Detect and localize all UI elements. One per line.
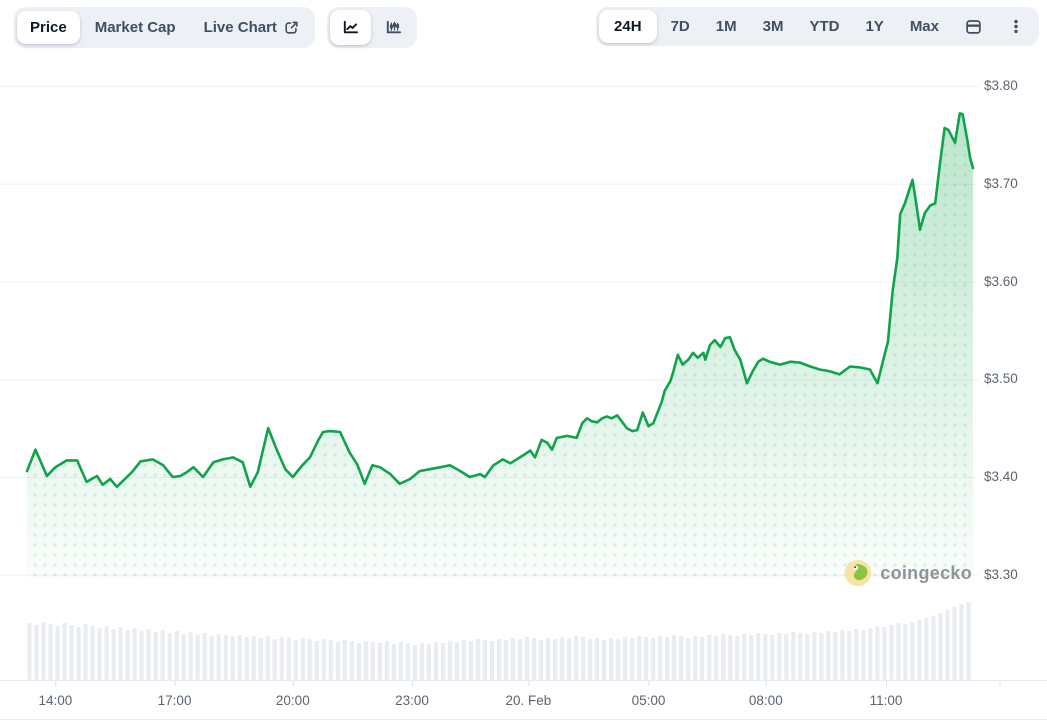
line-chart-icon xyxy=(341,18,360,37)
x-tick-label: 23:00 xyxy=(395,693,429,708)
coingecko-watermark: coingecko xyxy=(843,558,972,588)
y-tick-label: $3.60 xyxy=(984,274,1018,290)
coingecko-logo-icon xyxy=(843,558,873,588)
y-tick-label: $3.80 xyxy=(984,78,1018,94)
toolbar-left: Price Market Cap Live Chart xyxy=(14,7,417,48)
x-tick-label: 20. Feb xyxy=(505,693,551,708)
button-label: 24H xyxy=(614,18,642,35)
x-tick-label: 20:00 xyxy=(276,693,310,708)
button-label: Max xyxy=(910,18,939,35)
external-link-icon xyxy=(284,20,299,35)
view-tab-group: Price Market Cap Live Chart xyxy=(14,7,315,48)
toolbar-action-kebab-menu-icon[interactable] xyxy=(996,10,1036,43)
x-tick-label: 14:00 xyxy=(38,693,72,708)
calendar-icon xyxy=(965,18,982,35)
tab-price[interactable]: Price xyxy=(17,11,80,44)
button-label: Price xyxy=(30,19,67,36)
y-tick-label: $3.30 xyxy=(984,567,1018,583)
x-tick-label: 11:00 xyxy=(870,693,903,708)
range-1y[interactable]: 1Y xyxy=(853,10,895,43)
x-tick-label: 08:00 xyxy=(749,693,783,708)
x-tick-label: 05:00 xyxy=(632,693,666,708)
range-24h[interactable]: 24H xyxy=(599,10,657,43)
toolbar-action-calendar-icon[interactable] xyxy=(953,10,994,43)
candlestick-chart-icon xyxy=(384,18,403,37)
button-label: Live Chart xyxy=(204,19,277,36)
chart-type-group xyxy=(327,7,417,48)
button-label: YTD xyxy=(809,18,839,35)
range-1m[interactable]: 1M xyxy=(704,10,749,43)
watermark-text: coingecko xyxy=(880,563,972,584)
chart-toolbar: Price Market Cap Live Chart 24H 7D 1M 3M YTD 1Y… xyxy=(14,7,1039,48)
chart-type-line-chart-icon[interactable] xyxy=(330,10,371,45)
button-label: 1Y xyxy=(865,18,883,35)
kebab-menu-icon xyxy=(1008,18,1024,35)
button-label: 1M xyxy=(716,18,737,35)
price-chart-canvas[interactable] xyxy=(0,0,1047,722)
button-label: 3M xyxy=(763,18,784,35)
range-max[interactable]: Max xyxy=(898,10,951,43)
time-range-group: 24H 7D 1M 3M YTD 1Y Max xyxy=(596,7,1039,46)
button-label: 7D xyxy=(671,18,690,35)
range-ytd[interactable]: YTD xyxy=(797,10,851,43)
button-label: Market Cap xyxy=(95,19,176,36)
tab-live-chart[interactable]: Live Chart xyxy=(191,11,312,44)
y-tick-label: $3.40 xyxy=(984,469,1018,485)
y-tick-label: $3.50 xyxy=(984,371,1018,387)
x-tick-label: 17:00 xyxy=(158,693,192,708)
range-7d[interactable]: 7D xyxy=(659,10,702,43)
y-tick-label: $3.70 xyxy=(984,176,1018,192)
tab-market-cap[interactable]: Market Cap xyxy=(82,11,189,44)
chart-type-candlestick-chart-icon[interactable] xyxy=(373,10,414,45)
range-3m[interactable]: 3M xyxy=(751,10,796,43)
